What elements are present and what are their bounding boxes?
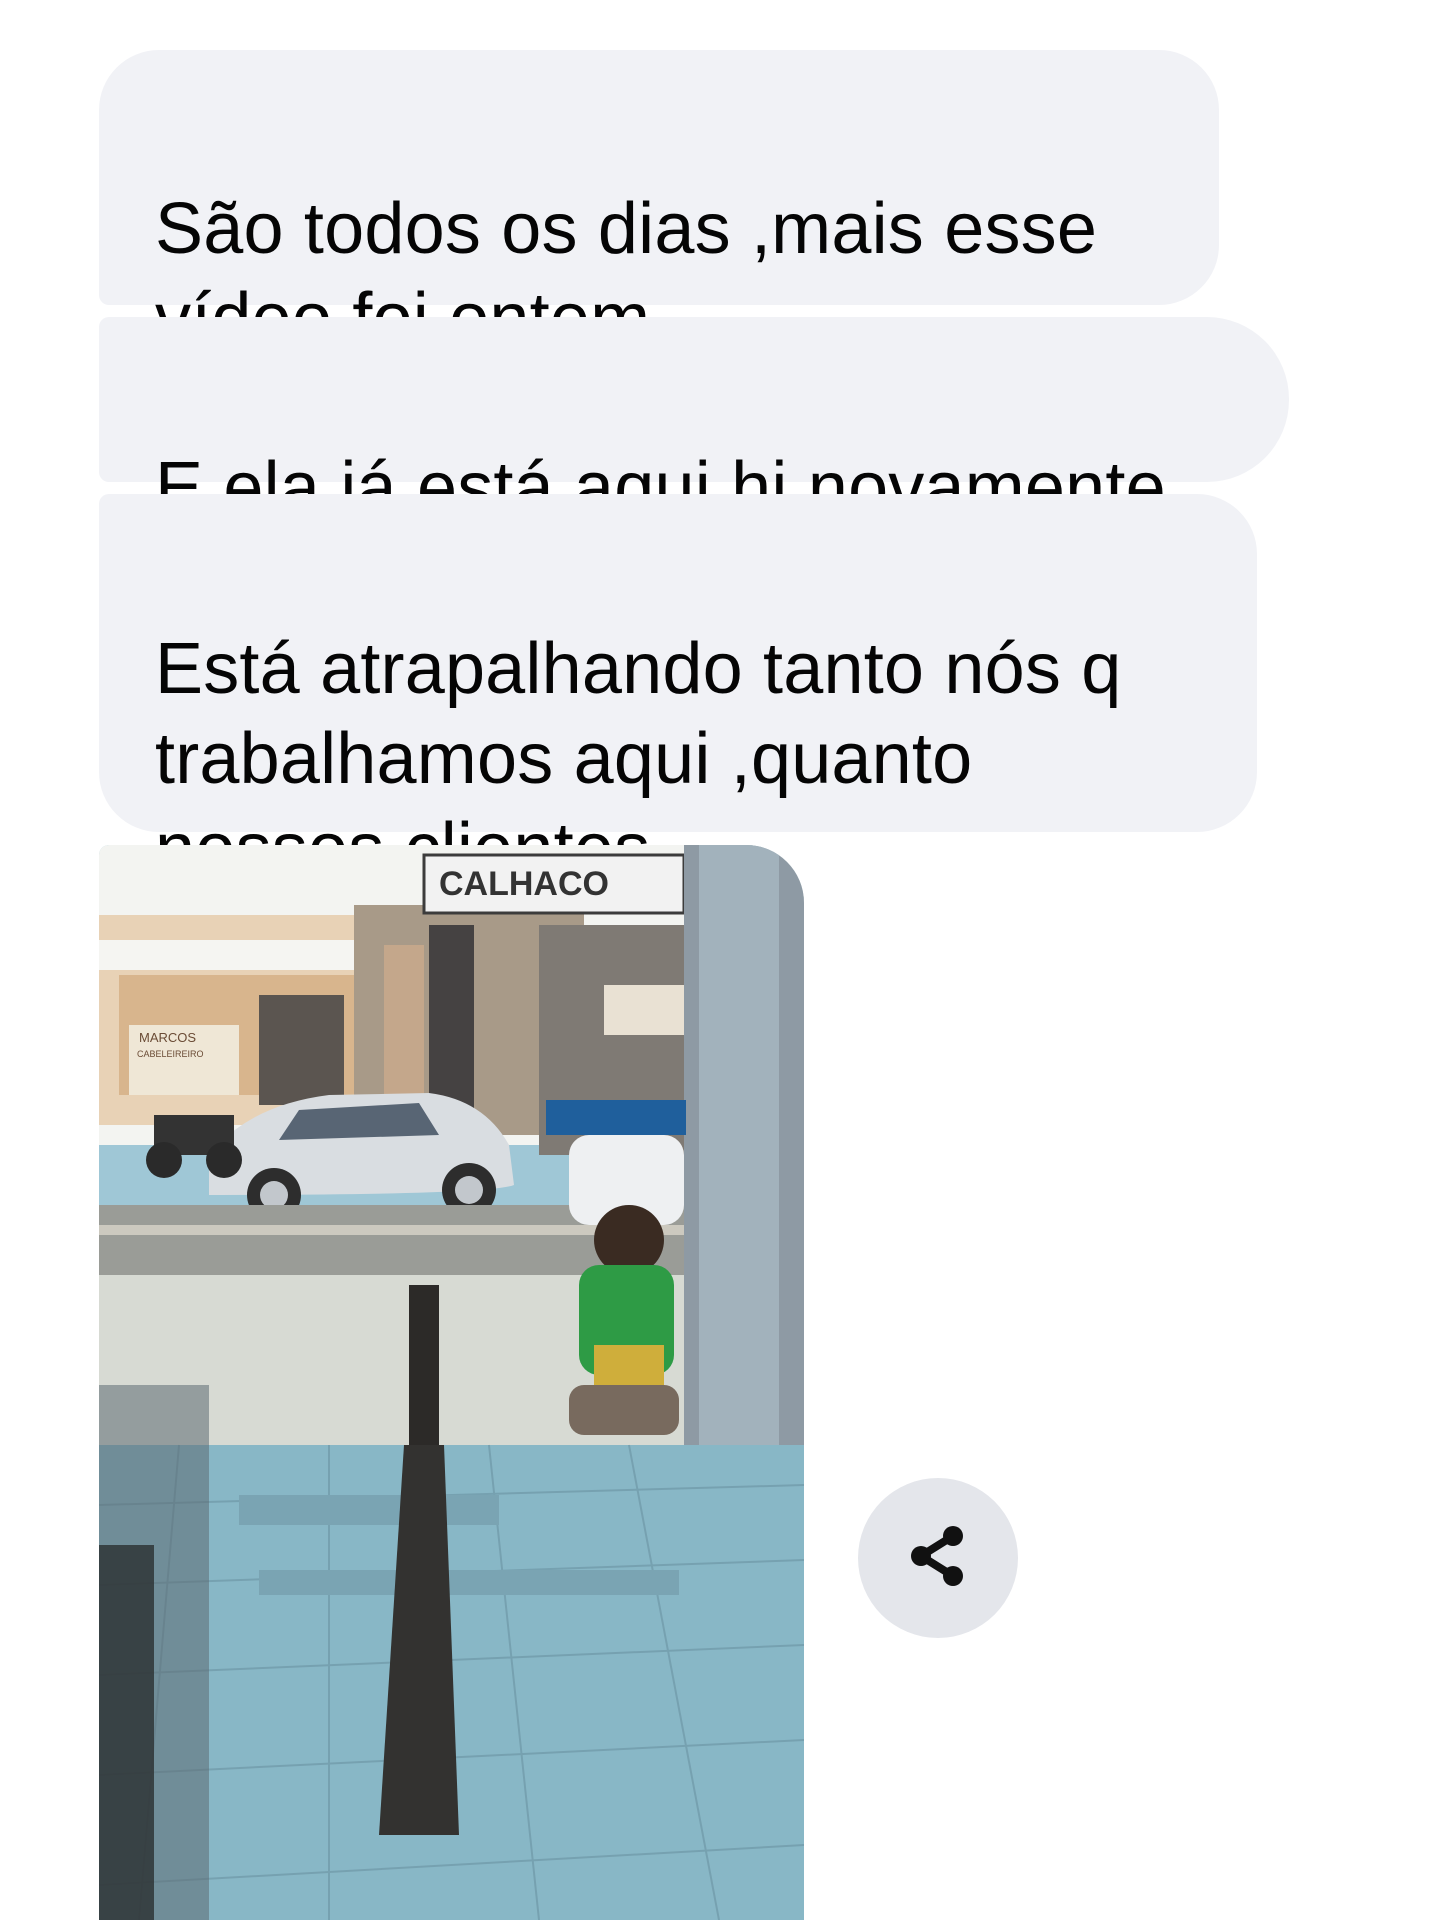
message-bubble[interactable]: Está atrapalhando tanto nós q trabalhamo… <box>99 494 1257 889</box>
share-button[interactable] <box>858 1478 1018 1638</box>
video-frame: MARCOS CABELEIREIRO CALHACO <box>99 845 804 1920</box>
message-bubble[interactable]: E ela já está aqui hj novamente <box>99 317 1289 528</box>
bollard-top <box>409 1285 439 1455</box>
store-sign-text: CALHACO <box>439 865 609 903</box>
video-thumbnail[interactable]: MARCOS CABELEIREIRO CALHACO <box>99 845 804 1920</box>
message-bubble[interactable]: São todos os dias ,mais esse vídeo foi o… <box>99 50 1219 359</box>
child-head <box>594 1205 664 1275</box>
barber-sign-name: MARCOS <box>139 1030 196 1045</box>
share-icon <box>903 1521 973 1596</box>
barber-sign-sub: CABELEIREIRO <box>137 1049 204 1059</box>
